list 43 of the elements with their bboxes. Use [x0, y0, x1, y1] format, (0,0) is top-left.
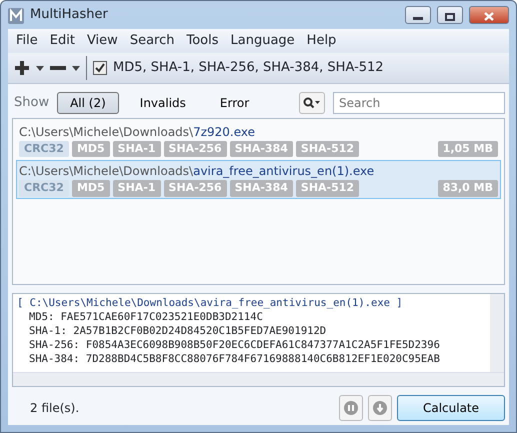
minimize-button[interactable]: [405, 6, 431, 24]
filter-tab[interactable]: All (2): [57, 92, 119, 114]
show-label: Show: [14, 94, 50, 112]
file-path: C:\Users\Michele\Downloads\7z920.exe: [19, 124, 256, 140]
menu-item[interactable]: Language: [224, 30, 301, 52]
vertical-scrollbar[interactable]: [490, 294, 504, 372]
app-icon: [8, 8, 24, 24]
algorithms-checkbox[interactable]: [93, 61, 107, 76]
horizontal-scrollbar[interactable]: [13, 372, 504, 386]
search-options-button[interactable]: [299, 92, 325, 114]
menu-item[interactable]: Search: [124, 30, 180, 52]
calculate-button[interactable]: Calculate: [397, 395, 505, 421]
close-icon: [484, 12, 494, 22]
pause-icon: [344, 401, 358, 415]
status-text: 2 file(s).: [29, 400, 80, 417]
filter-tab[interactable]: Invalids: [126, 92, 199, 114]
menu-item[interactable]: Help: [300, 30, 342, 52]
file-path: C:\Users\Michele\Downloads\avira_free_antivirus_en(1).exe: [19, 163, 376, 180]
menu-item[interactable]: File: [10, 30, 44, 52]
pause-button[interactable]: [339, 395, 363, 421]
menu-item[interactable]: Tools: [180, 30, 225, 52]
caret-icon[interactable]: [72, 66, 80, 71]
algorithms-label: MD5, SHA-1, SHA-256, SHA-384, SHA-512: [113, 58, 384, 77]
add-icon[interactable]: [14, 60, 30, 76]
maximize-icon: [445, 12, 455, 21]
filter-tab[interactable]: Error: [206, 92, 262, 114]
search-icon: [303, 96, 321, 108]
remove-icon[interactable]: [50, 66, 66, 71]
maximize-button[interactable]: [437, 6, 463, 24]
caret-icon[interactable]: [36, 66, 44, 71]
search-field[interactable]: Search: [333, 92, 505, 114]
hash-line: MD5: FAE571CAE60F17C023521E0DB3D2114C: [28, 310, 264, 324]
close-button[interactable]: [469, 6, 509, 24]
file-size: 83,0 MB: [438, 180, 498, 196]
hash-line: SHA-256: F0854A3EC6098B908B50F20EC6CDEFA61C847377A1C2A5F1FE5D2396: [28, 338, 441, 352]
file-size: 1,05 MB: [438, 140, 498, 157]
output-header: [ C:\Users\Michele\Downloads\avira_free_antivirus_en(1).exe ]: [17, 296, 404, 310]
stop-button[interactable]: [368, 395, 392, 421]
hash-line: SHA-1: 2A57B1B2CF0B02D24D84520C1B5FED7AE901912D: [28, 324, 328, 338]
menu-item[interactable]: Edit: [44, 30, 81, 52]
hash-line: SHA-384: 7D288BD4C5B8F8CC88076F784F67169888140C6B812EF1E020C95EAB: [28, 352, 441, 366]
menu-item[interactable]: View: [80, 30, 124, 52]
window-title: MultiHasher: [30, 6, 109, 24]
